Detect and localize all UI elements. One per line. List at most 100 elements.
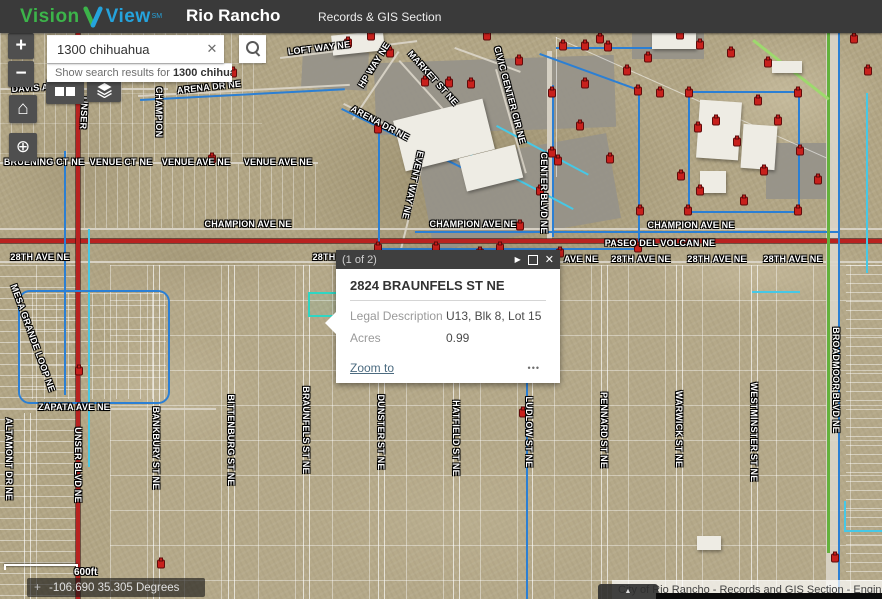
street-label: 28TH AVE NE <box>611 254 670 264</box>
popup-body: 2824 BRAUNFELS ST NE Legal Description U… <box>336 269 560 383</box>
coordinates-text: -106.690 35.305 Degrees <box>49 582 179 594</box>
hydrant-marker <box>831 554 839 563</box>
street-label: AVE NE <box>564 254 598 264</box>
locate-button[interactable]: ⊕ <box>9 133 37 161</box>
water-line <box>64 151 66 395</box>
popup-dock-button[interactable] <box>528 253 538 267</box>
parcel-grid <box>84 164 318 228</box>
water-line <box>838 33 840 599</box>
popup-pager-text: (1 of 2) <box>342 254 508 266</box>
hydrant-marker <box>694 124 702 133</box>
search-input[interactable] <box>47 42 200 57</box>
suggestion-term: 1300 chihuahua <box>173 67 232 79</box>
parcel-grid <box>846 265 882 599</box>
locate-icon: ⊕ <box>16 137 30 157</box>
top-header-bar: Vision View SM Rio Rancho Records & GIS … <box>0 0 882 33</box>
street-label: CHAMPION <box>154 87 164 138</box>
street-line <box>398 158 425 257</box>
hydrant-marker <box>157 560 165 569</box>
hydrant-marker <box>850 35 858 44</box>
hydrant-marker <box>208 155 216 164</box>
zoom-out-button[interactable]: − <box>8 61 34 87</box>
popup-title: 2824 BRAUNFELS ST NE <box>350 278 546 301</box>
search-clear-button[interactable]: ✕ <box>200 40 224 58</box>
street-label: VENUE CT NE <box>90 157 153 167</box>
street-label: CIVIC CENTER CIR NE <box>492 45 528 144</box>
hydrant-marker <box>712 117 720 126</box>
vision-view-logo[interactable]: Vision View SM <box>20 3 162 30</box>
logo-view-text: View <box>106 6 151 28</box>
street-label: ALTAMONT DR NE <box>4 418 14 500</box>
zoom-to-link[interactable]: Zoom to <box>350 361 522 375</box>
water-lateral-line <box>752 291 800 293</box>
street-line <box>228 265 235 599</box>
hydrant-marker <box>864 67 872 76</box>
hydrant-marker <box>634 244 642 253</box>
street-label: LOFT WAY NE <box>287 39 350 57</box>
hydrant-marker <box>794 89 802 98</box>
street-label: VENUE AVE NE <box>162 157 230 167</box>
search-submit-button[interactable] <box>239 35 266 63</box>
hydrant-marker <box>685 89 693 98</box>
hydrant-marker <box>684 207 692 216</box>
street-line <box>601 265 608 599</box>
basemap-gallery-button[interactable] <box>46 79 84 104</box>
hydrant-marker <box>676 33 684 40</box>
logo-v-icon <box>82 5 104 29</box>
street-label: CHAMPION AVE NE <box>204 219 291 229</box>
water-line <box>378 129 380 251</box>
water-line <box>415 231 839 233</box>
street-label: HATFIELD ST NE <box>451 400 461 476</box>
street-line <box>676 265 683 599</box>
popup-close-button[interactable]: ✕ <box>545 253 554 267</box>
search-box: ✕ <box>47 35 224 63</box>
attribution-toggle-button[interactable]: ▲ <box>598 584 658 599</box>
page-subtitle: Records & GIS Section <box>318 10 441 24</box>
water-line <box>556 47 692 49</box>
parking-lot <box>301 49 369 90</box>
page-title: Rio Rancho <box>186 6 280 26</box>
home-extent-button[interactable]: ⌂ <box>9 95 37 123</box>
terrain-patch <box>300 443 620 593</box>
zoom-in-button[interactable]: + <box>8 33 34 59</box>
street-label: PENNARD ST NE <box>599 392 609 468</box>
boundary-line <box>556 37 557 177</box>
water-line <box>638 89 640 249</box>
home-icon: ⌂ <box>17 98 28 120</box>
water-lateral-line <box>496 125 589 176</box>
hydrant-marker <box>374 125 382 134</box>
popup-next-button[interactable]: ▶ <box>515 253 521 267</box>
app-window: Vision View SM Rio Rancho Records & GIS … <box>0 0 882 599</box>
building-footprint <box>652 33 696 49</box>
popup-header: (1 of 2) ▶ ✕ <box>336 250 560 269</box>
search-suggestion-item[interactable]: Show search results for 1300 chihuahua <box>47 63 232 82</box>
water-lateral-line <box>866 93 868 273</box>
building-footprint <box>393 99 495 172</box>
street-label: ARENA DR NE <box>349 103 411 142</box>
hydrant-marker <box>774 117 782 126</box>
hydrant-marker <box>581 80 589 89</box>
scale-bar: 600ft <box>4 558 114 580</box>
street-label: WESTMINSTER ST NE <box>749 383 759 482</box>
street-label: WARWICK ST NE <box>674 391 684 467</box>
water-line <box>688 91 800 93</box>
attribute-value: 0.99 <box>446 331 469 345</box>
street-line <box>303 265 310 599</box>
crosshair-icon: + <box>32 582 43 593</box>
hydrant-marker <box>596 35 604 44</box>
popup-attribute-row: Legal Description U13, Blk 8, Lot 15 <box>350 309 546 323</box>
attribute-label: Acres <box>350 331 446 345</box>
parcel-grid <box>0 265 76 599</box>
popup-menu-button[interactable]: ••• <box>522 362 546 374</box>
popup-footer: Zoom to ••• <box>350 361 546 375</box>
water-line <box>798 91 800 213</box>
scale-bar-line <box>4 564 78 566</box>
hydrant-marker <box>814 176 822 185</box>
hydrant-marker <box>604 43 612 52</box>
hydrant-marker <box>794 207 802 216</box>
water-line <box>539 53 639 91</box>
water-lateral-line <box>844 501 846 532</box>
feature-popup: (1 of 2) ▶ ✕ 2824 BRAUNFELS ST NE Legal … <box>336 250 560 383</box>
mesa-grande-loop-waterline <box>18 290 170 404</box>
parking-lot <box>419 133 621 251</box>
